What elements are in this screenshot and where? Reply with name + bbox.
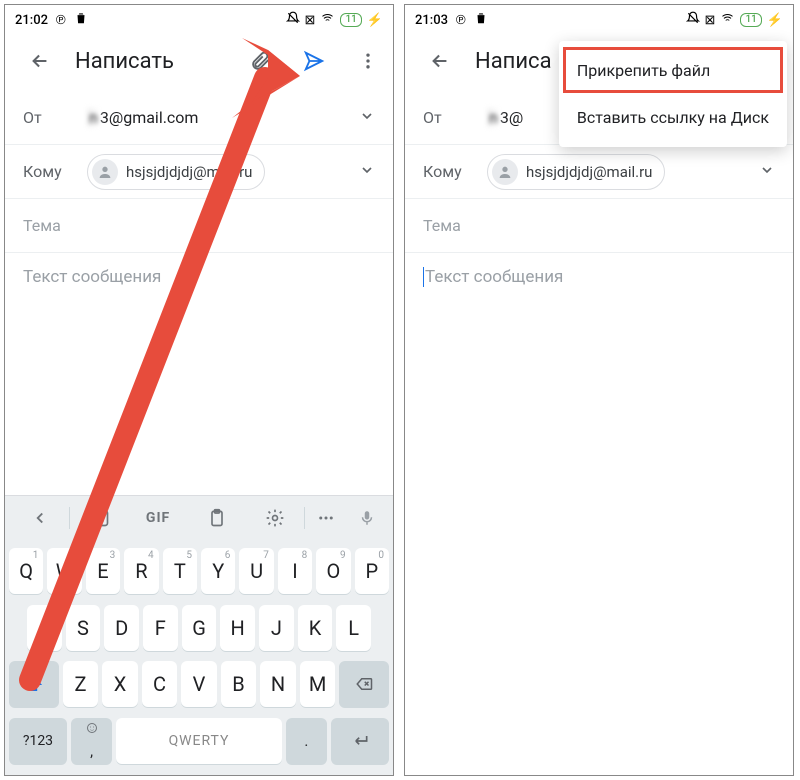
- key-u[interactable]: U7: [239, 548, 273, 594]
- clipboard-icon[interactable]: [187, 508, 245, 528]
- key-y[interactable]: Y6: [201, 548, 235, 594]
- key-v[interactable]: V: [181, 661, 217, 707]
- wifi-icon: [320, 12, 335, 28]
- to-field[interactable]: Кому hsjsjdjdjdj@mail.ru: [405, 145, 793, 199]
- key-g[interactable]: G: [182, 605, 217, 651]
- keyboard: GIF Q1W2E3R4T5Y6U7I8O9P0 ASDFGHJKL ZX: [5, 495, 393, 775]
- comma-key[interactable]: ,: [71, 718, 112, 764]
- key-e[interactable]: E3: [86, 548, 120, 594]
- key-b[interactable]: B: [221, 661, 257, 707]
- mic-icon[interactable]: [346, 509, 387, 527]
- recipient-chip[interactable]: hsjsjdjdjdj@mail.ru: [487, 154, 665, 190]
- status-time: 21:03: [415, 13, 448, 28]
- chevron-down-icon[interactable]: [359, 162, 375, 182]
- key-x[interactable]: X: [102, 661, 138, 707]
- avatar-icon: [92, 159, 118, 185]
- to-label: Кому: [423, 162, 469, 181]
- enter-key[interactable]: [331, 718, 389, 764]
- key-h[interactable]: H: [220, 605, 255, 651]
- subject-field[interactable]: Тема: [405, 199, 793, 253]
- key-k[interactable]: K: [298, 605, 333, 651]
- charge-icon: ⚡: [767, 13, 783, 28]
- space-key[interactable]: QWERTY: [116, 718, 281, 764]
- status-bar: 21:02 ℗ ⊠ 11 ⚡: [5, 5, 393, 31]
- key-j[interactable]: J: [259, 605, 294, 651]
- signal-icon: ⊠: [305, 13, 316, 28]
- key-m[interactable]: M: [300, 661, 336, 707]
- backspace-key[interactable]: [339, 661, 389, 707]
- gif-button[interactable]: GIF: [129, 510, 187, 526]
- key-d[interactable]: D: [104, 605, 139, 651]
- right-screenshot: 21:03 ℗ ⊠ 11 ⚡ Написа От n3@: [404, 4, 794, 776]
- subject-placeholder: Тема: [23, 216, 61, 235]
- to-field[interactable]: Кому hsjsjdjdjdj@mail.ru: [5, 145, 393, 199]
- keyboard-toolbar: GIF: [5, 495, 393, 539]
- signal-icon: ⊠: [705, 13, 716, 28]
- more-button[interactable]: [349, 42, 387, 80]
- key-l[interactable]: L: [336, 605, 371, 651]
- key-w[interactable]: W2: [47, 548, 81, 594]
- from-field[interactable]: От n3@gmail.com: [5, 91, 393, 145]
- from-label: От: [423, 108, 469, 127]
- kb-more-icon[interactable]: [305, 509, 346, 527]
- avatar-icon: [492, 159, 518, 185]
- dnd-icon: [286, 11, 300, 29]
- recipient-chip[interactable]: hsjsjdjdjdj@mail.ru: [87, 154, 265, 190]
- body-field[interactable]: Текст сообщения: [405, 253, 793, 301]
- app-icon-p: ℗: [56, 12, 66, 28]
- kb-collapse-button[interactable]: [11, 509, 69, 527]
- app-icon-p: ℗: [456, 12, 466, 28]
- from-value: n3@gmail.com: [87, 108, 341, 127]
- chevron-down-icon[interactable]: [359, 108, 375, 128]
- key-n[interactable]: N: [260, 661, 296, 707]
- back-button[interactable]: [21, 42, 59, 80]
- settings-icon[interactable]: [246, 508, 304, 528]
- recipient-email: hsjsjdjdjdj@mail.ru: [526, 163, 652, 181]
- send-button[interactable]: [295, 42, 333, 80]
- back-button[interactable]: [421, 42, 459, 80]
- sticker-icon[interactable]: [70, 508, 128, 528]
- page-title: Написать: [75, 49, 225, 74]
- battery-indicator: 11: [740, 13, 761, 27]
- chevron-down-icon[interactable]: [759, 162, 775, 182]
- numbers-key[interactable]: ?123: [9, 718, 67, 764]
- shift-key[interactable]: [9, 661, 59, 707]
- key-i[interactable]: I8: [278, 548, 312, 594]
- body-placeholder: Текст сообщения: [423, 267, 563, 287]
- body-field[interactable]: Текст сообщения: [5, 253, 393, 301]
- status-bar: 21:03 ℗ ⊠ 11 ⚡: [405, 5, 793, 31]
- key-f[interactable]: F: [143, 605, 178, 651]
- compose-toolbar: Написать: [5, 31, 393, 91]
- battery-indicator: 11: [340, 13, 361, 27]
- key-s[interactable]: S: [66, 605, 101, 651]
- trash-icon: [74, 11, 88, 29]
- period-key[interactable]: .: [286, 718, 327, 764]
- key-c[interactable]: C: [142, 661, 178, 707]
- key-q[interactable]: Q1: [9, 548, 43, 594]
- menu-item-attach-file[interactable]: Прикрепить файл: [559, 47, 787, 94]
- attach-button[interactable]: [241, 42, 279, 80]
- key-o[interactable]: O9: [316, 548, 350, 594]
- from-label: От: [23, 108, 69, 127]
- wifi-icon: [720, 12, 735, 28]
- trash-icon: [474, 11, 488, 29]
- subject-placeholder: Тема: [423, 216, 461, 235]
- key-z[interactable]: Z: [63, 661, 99, 707]
- status-time: 21:02: [15, 13, 48, 28]
- key-t[interactable]: T5: [163, 548, 197, 594]
- key-r[interactable]: R4: [124, 548, 158, 594]
- subject-field[interactable]: Тема: [5, 199, 393, 253]
- recipient-email: hsjsjdjdjdj@mail.ru: [126, 163, 252, 181]
- to-label: Кому: [23, 162, 69, 181]
- dnd-icon: [686, 11, 700, 29]
- body-placeholder: Текст сообщения: [23, 267, 161, 287]
- charge-icon: ⚡: [367, 13, 383, 28]
- key-a[interactable]: A: [27, 605, 62, 651]
- left-screenshot: 21:02 ℗ ⊠ 11 ⚡ Написать: [4, 4, 394, 776]
- key-p[interactable]: P0: [355, 548, 389, 594]
- menu-item-insert-drive[interactable]: Вставить ссылку на Диск: [559, 94, 787, 141]
- attach-menu: Прикрепить файл Вставить ссылку на Диск: [559, 41, 787, 147]
